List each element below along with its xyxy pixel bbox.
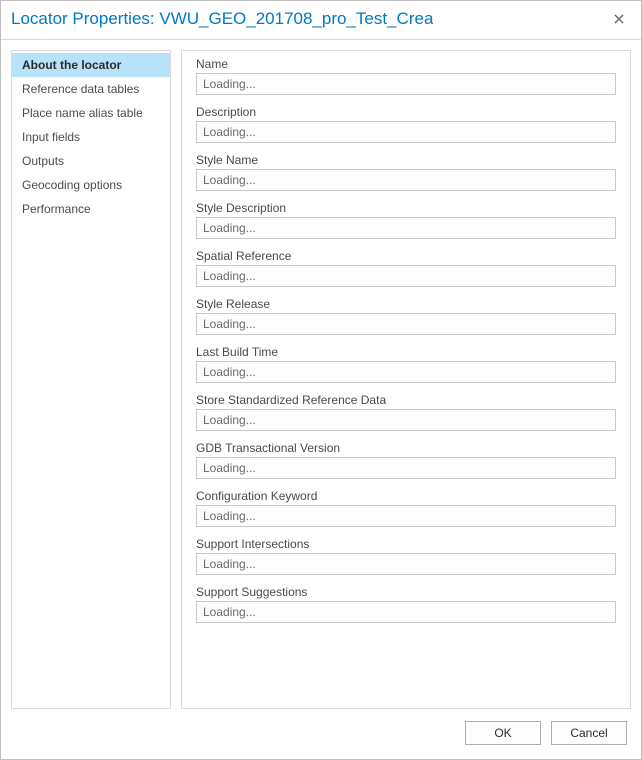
sidebar-item-label: Outputs <box>22 154 64 168</box>
property-field: Support Suggestions Loading... <box>196 585 616 623</box>
property-value: Loading... <box>196 409 616 431</box>
property-value: Loading... <box>196 457 616 479</box>
sidebar-item-4[interactable]: Outputs <box>12 149 170 173</box>
property-value: Loading... <box>196 505 616 527</box>
dialog-title: Locator Properties: VWU_GEO_201708_pro_T… <box>11 9 433 29</box>
cancel-button[interactable]: Cancel <box>551 721 627 745</box>
property-label: Support Intersections <box>196 537 616 551</box>
property-value: Loading... <box>196 361 616 383</box>
close-button[interactable] <box>607 7 631 31</box>
property-label: Store Standardized Reference Data <box>196 393 616 407</box>
close-icon <box>614 14 624 24</box>
sidebar: About the locator Reference data tables Pl… <box>11 50 171 709</box>
property-label: Name <box>196 57 616 71</box>
property-value: Loading... <box>196 553 616 575</box>
property-label: Configuration Keyword <box>196 489 616 503</box>
sidebar-item-1[interactable]: Reference data tables <box>12 77 170 101</box>
property-label: Support Suggestions <box>196 585 616 599</box>
dialog-window: Locator Properties: VWU_GEO_201708_pro_T… <box>0 0 642 760</box>
main-panel: NameLoading...DescriptionLoading...Style… <box>181 50 631 709</box>
property-label: Last Build Time <box>196 345 616 359</box>
property-field: Style Description Loading... <box>196 201 616 239</box>
property-field: Description Loading... <box>196 105 616 143</box>
sidebar-item-label: Performance <box>22 202 91 216</box>
property-field: Store Standardized Reference Data Loading… <box>196 393 616 431</box>
sidebar-item-label: Reference data tables <box>22 82 139 96</box>
property-field: Configuration Keyword Loading... <box>196 489 616 527</box>
property-field: Support Intersections Loading... <box>196 537 616 575</box>
property-field: Style Name Loading... <box>196 153 616 191</box>
property-label: Style Description <box>196 201 616 215</box>
property-value: Loading... <box>196 601 616 623</box>
sidebar-item-2[interactable]: Place name alias table <box>12 101 170 125</box>
property-value: Loading... <box>196 313 616 335</box>
sidebar-item-3[interactable]: Input fields <box>12 125 170 149</box>
property-field: Last Build Time Loading... <box>196 345 616 383</box>
property-value: Loading... <box>196 73 616 95</box>
property-field: Style Release Loading... <box>196 297 616 335</box>
dialog-body: About the locator Reference data tables Pl… <box>1 40 641 709</box>
dialog-footer: OK Cancel <box>1 709 641 759</box>
property-label: Spatial Reference <box>196 249 616 263</box>
property-label: GDB Transactional Version <box>196 441 616 455</box>
property-value: Loading... <box>196 169 616 191</box>
property-label: Style Name <box>196 153 616 167</box>
property-field: Name Loading... <box>196 57 616 95</box>
property-field: Spatial Reference Loading... <box>196 249 616 287</box>
property-value: Loading... <box>196 265 616 287</box>
property-field: GDB Transactional Version Loading... <box>196 441 616 479</box>
sidebar-item-0[interactable]: About the locator <box>12 53 170 77</box>
sidebar-item-5[interactable]: Geocoding options <box>12 173 170 197</box>
sidebar-item-label: Input fields <box>22 130 80 144</box>
property-value: Loading... <box>196 121 616 143</box>
ok-button[interactable]: OK <box>465 721 541 745</box>
property-label: Description <box>196 105 616 119</box>
property-value: Loading... <box>196 217 616 239</box>
property-label: Style Release <box>196 297 616 311</box>
sidebar-item-label: About the locator <box>22 58 121 72</box>
sidebar-item-6[interactable]: Performance <box>12 197 170 221</box>
sidebar-item-label: Geocoding options <box>22 178 122 192</box>
titlebar: Locator Properties: VWU_GEO_201708_pro_T… <box>1 1 641 40</box>
sidebar-item-label: Place name alias table <box>22 106 143 120</box>
